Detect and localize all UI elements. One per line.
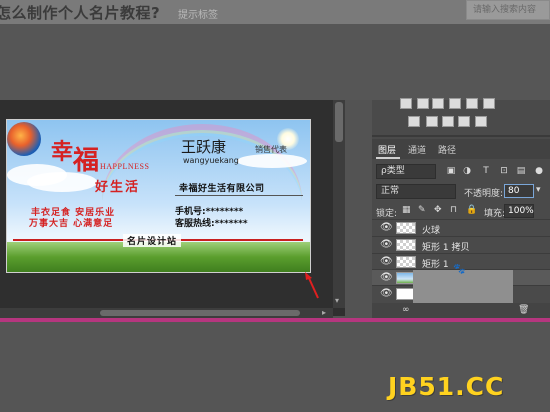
brand-subtitle: 好生活 (95, 180, 141, 195)
shape-filter-icon[interactable]: ⊡ (499, 166, 509, 176)
adjustment-icon[interactable] (432, 98, 444, 109)
blend-mode-select[interactable]: 正常 (376, 184, 456, 199)
adjustment-icon[interactable] (458, 116, 470, 127)
fill-label: 填充: (484, 209, 506, 219)
lock-artboard-icon[interactable]: ⊓ (450, 205, 457, 215)
adjustment-icon[interactable] (417, 98, 429, 109)
person-pinyin: wangyuekang (183, 156, 239, 165)
delete-layer-icon[interactable]: 🗑 (518, 305, 529, 315)
adjustment-icon[interactable] (449, 98, 461, 109)
filter-toggle-icon[interactable]: ● (534, 166, 544, 176)
adjustment-icon[interactable] (442, 116, 454, 127)
eye-icon[interactable]: 👁 (380, 272, 393, 283)
eye-icon[interactable]: 👁 (380, 239, 393, 250)
eye-icon[interactable]: 👁 (380, 288, 393, 299)
lock-position-icon[interactable]: ✥ (434, 205, 442, 215)
layer-thumbnail (396, 222, 416, 234)
layer-name: 火球 (422, 226, 441, 236)
page-title: 怎么制作个人名片教程? (0, 4, 161, 22)
lock-pixels-icon[interactable]: ✎ (418, 205, 426, 215)
link-layers-icon[interactable]: ∞ (402, 305, 410, 315)
scroll-down-icon[interactable]: ▾ (335, 296, 339, 305)
cloud-graphic (237, 154, 307, 168)
company-name: 幸福好生活有限公司 (179, 184, 265, 194)
tag-link[interactable]: 提示标签 (178, 6, 218, 21)
tab-layers[interactable]: 图层 (378, 143, 396, 156)
eye-icon[interactable]: 👁 (380, 256, 393, 267)
lock-label: 锁定: (376, 209, 398, 219)
brand-char-fu: 福 (73, 146, 100, 176)
adjustment-icon[interactable] (483, 98, 495, 109)
pixel-filter-icon[interactable]: ▣ (446, 166, 456, 176)
fireball-logo (7, 122, 41, 156)
layer-thumbnail (396, 256, 416, 268)
search-input[interactable]: 请输入搜索内容 (466, 0, 550, 20)
layer-actions-bar: ∞ 🗑 (372, 303, 550, 318)
opacity-input[interactable]: 80 (504, 184, 534, 198)
lock-transparency-icon[interactable]: ▦ (402, 205, 411, 215)
paw-icon: 🐾 (453, 264, 466, 275)
tab-channels[interactable]: 通道 (408, 143, 426, 156)
workspace-background (0, 24, 550, 100)
lock-all-icon[interactable]: 🔒 (466, 205, 477, 215)
hotline-label: 客服热线:******* (175, 219, 248, 229)
person-name: 王跃康 (181, 138, 227, 156)
adjustment-icon[interactable] (426, 116, 438, 127)
layer-name: 矩形 1 拷贝 (422, 243, 470, 253)
layer-filter-select[interactable]: ρ类型 (376, 164, 436, 179)
panel-tabs: 图层 通道 路径 (372, 139, 550, 159)
opacity-dropdown-icon[interactable]: ▾ (536, 185, 541, 195)
scrollbar-thumb[interactable] (100, 310, 300, 316)
business-card: 幸 福 HAPPLNESS 好生活 丰衣足食 安居乐业 万事大吉 心满意足 王跃… (7, 120, 310, 272)
scroll-right-icon[interactable]: ▸ (322, 308, 326, 317)
adjustment-icon[interactable] (475, 116, 487, 127)
site-watermark: JB51.CC (388, 372, 505, 401)
card-footer-label: 名片设计站 (123, 234, 182, 247)
smart-object-filter-icon[interactable]: ▤ (516, 166, 526, 176)
tab-paths[interactable]: 路径 (438, 143, 456, 156)
red-arrow-annotation (305, 272, 319, 299)
adjustment-icon[interactable] (466, 98, 478, 109)
opacity-label: 不透明度: (464, 189, 504, 199)
divider (175, 195, 303, 196)
eye-icon[interactable]: 👁 (380, 222, 393, 233)
type-filter-icon[interactable]: T (481, 166, 491, 176)
adjustment-icon[interactable] (400, 98, 412, 109)
person-title: 销售代表 (255, 145, 287, 154)
adjustments-toolbar (372, 96, 542, 134)
layer-row[interactable]: 👁 矩形 1 拷贝 (372, 236, 550, 253)
brand-char-xing: 幸 (51, 139, 74, 165)
active-tab-indicator (376, 157, 400, 159)
adjustment-icon[interactable] (408, 116, 420, 127)
horizontal-scrollbar[interactable] (0, 308, 333, 318)
layer-row[interactable]: 👁 火球 (372, 219, 550, 236)
layer-thumbnail (396, 239, 416, 251)
brand-english: HAPPLNESS (100, 162, 150, 171)
slogan-line-2: 万事大吉 心满意足 (29, 219, 114, 229)
panel-divider (372, 135, 550, 137)
scrollbar-thumb[interactable] (335, 102, 343, 142)
vertical-scrollbar[interactable] (333, 100, 345, 308)
adjustment-filter-icon[interactable]: ◑ (462, 166, 472, 176)
fill-input[interactable]: 100% (504, 204, 534, 218)
